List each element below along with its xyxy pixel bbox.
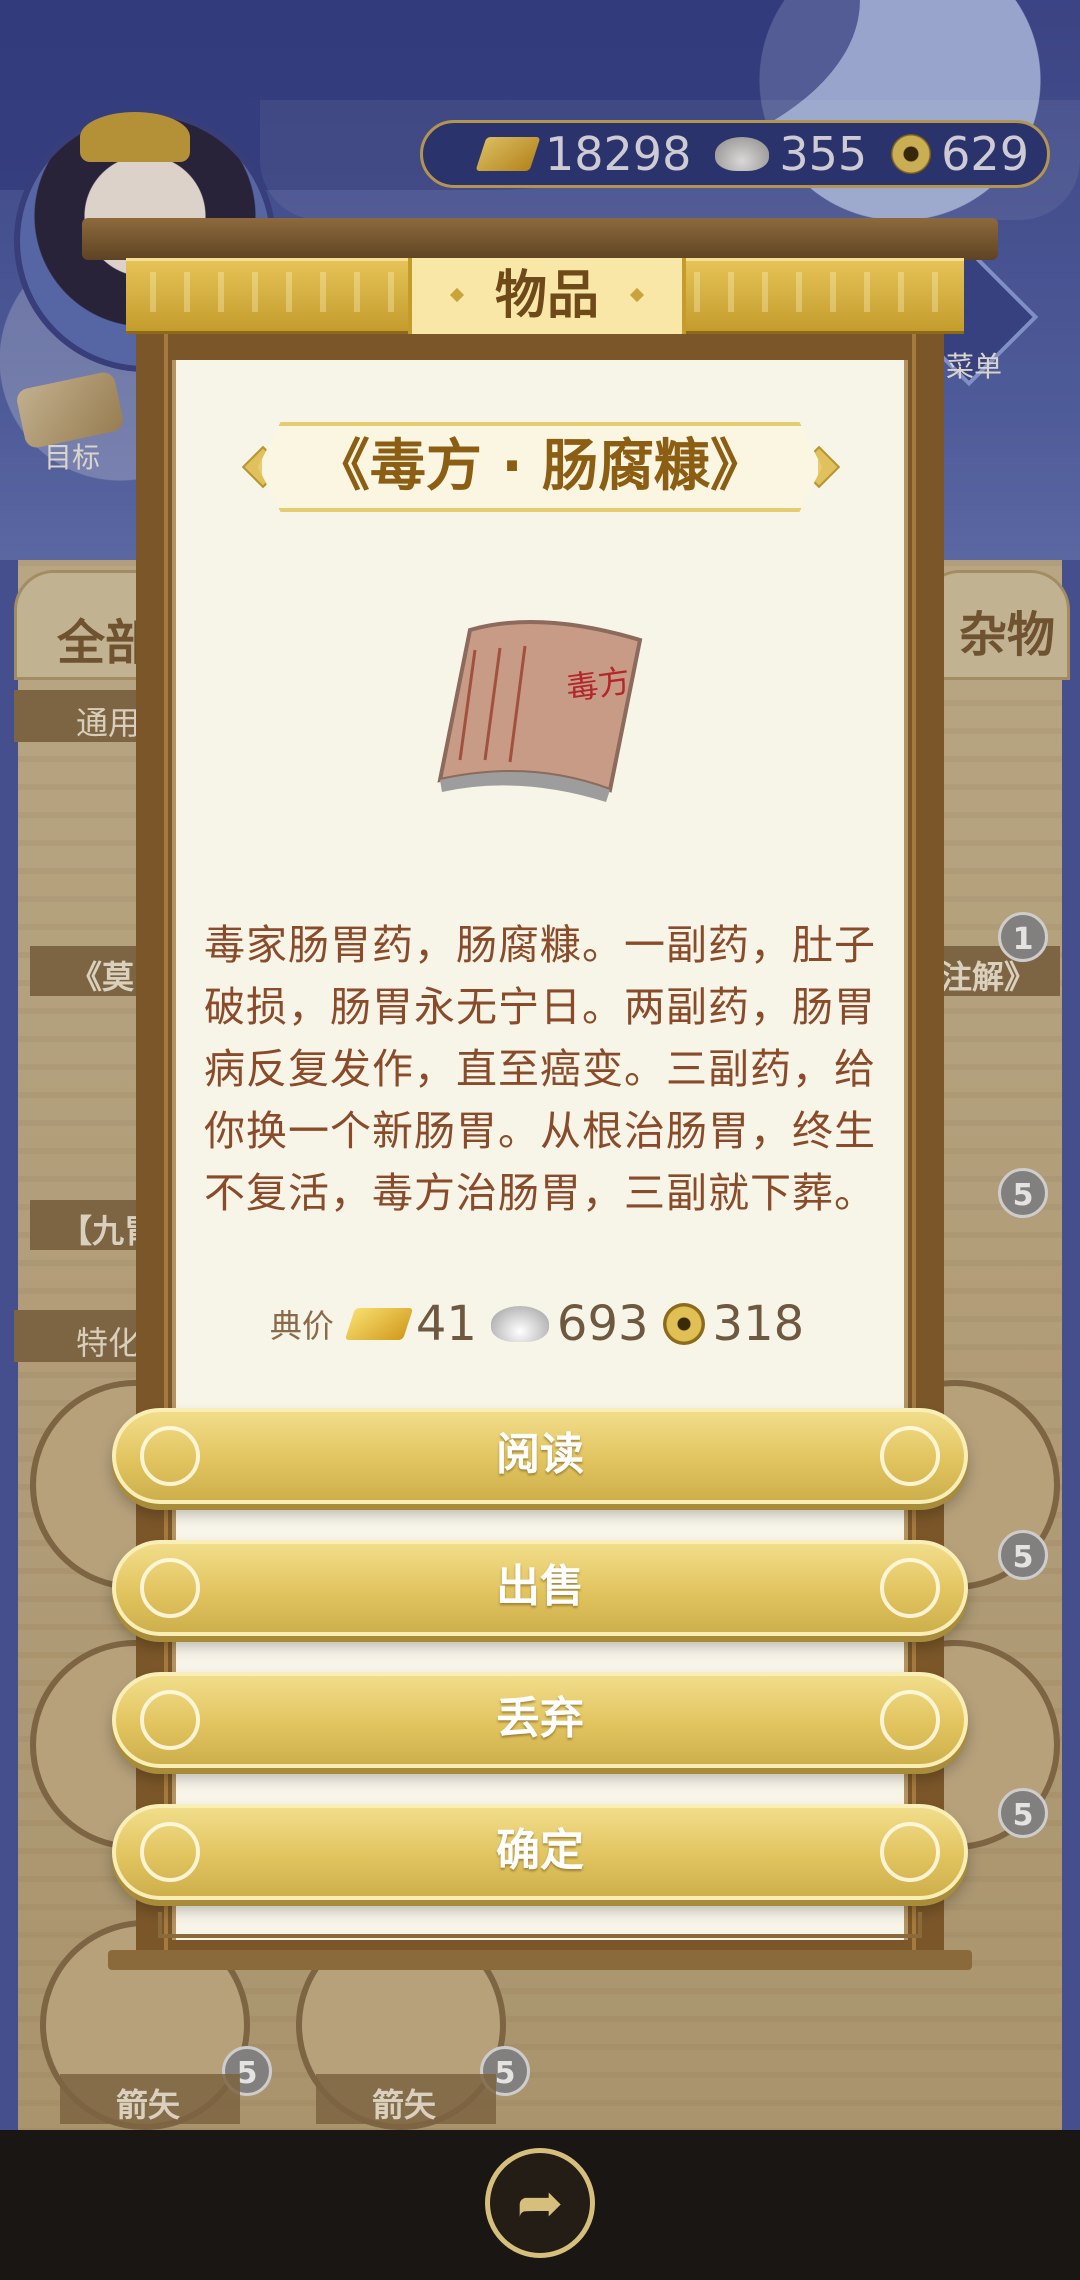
copper-coin-icon xyxy=(662,1303,705,1345)
cloud-ornament-icon xyxy=(880,1822,940,1882)
scroll-rod-top xyxy=(82,218,998,260)
price-coin: 318 xyxy=(712,1296,805,1352)
cloud-ornament-icon xyxy=(140,1426,200,1486)
cloud-ornament-icon xyxy=(880,1426,940,1486)
recipe-scroll-icon: 毒方 xyxy=(437,620,643,802)
cloud-ornament-icon xyxy=(880,1558,940,1618)
read-button-label: 阅读 xyxy=(496,1429,584,1480)
confirm-button[interactable]: 确定 xyxy=(112,1804,968,1900)
discard-button[interactable]: 丢弃 xyxy=(112,1672,968,1768)
item-description: 毒家肠胃药，肠腐糠。一副药，肚子破损，肠胃永无宁日。两副药，肠胃病反复发作，直至… xyxy=(204,921,876,1217)
confirm-button-label: 确定 xyxy=(496,1825,584,1876)
dialog-title: 物品 xyxy=(408,258,686,334)
cloud-ornament-icon xyxy=(140,1690,200,1750)
price-label: 典价 xyxy=(269,1307,334,1345)
price-silver: 693 xyxy=(556,1296,649,1352)
cloud-ornament-icon xyxy=(140,1822,200,1882)
sell-button-label: 出售 xyxy=(496,1561,584,1612)
sell-button[interactable]: 出售 xyxy=(112,1540,968,1636)
scroll-bottom-border xyxy=(158,1912,922,1938)
price-gold: 41 xyxy=(415,1296,477,1352)
cloud-ornament-icon xyxy=(140,1558,200,1618)
gold-ingot-icon xyxy=(344,1308,414,1340)
item-name: 《毒方 · 肠腐糠》 xyxy=(258,422,822,512)
share-icon: ➦ xyxy=(516,2170,564,2236)
silver-ingot-icon xyxy=(490,1306,549,1342)
read-button[interactable]: 阅读 xyxy=(112,1408,968,1504)
share-button[interactable]: ➦ xyxy=(485,2148,595,2258)
discard-button-label: 丢弃 xyxy=(496,1693,584,1744)
scroll-rod-bottom xyxy=(108,1950,972,1970)
price-row: 典价 41 693 318 xyxy=(204,1294,876,1354)
cloud-ornament-icon xyxy=(880,1690,940,1750)
